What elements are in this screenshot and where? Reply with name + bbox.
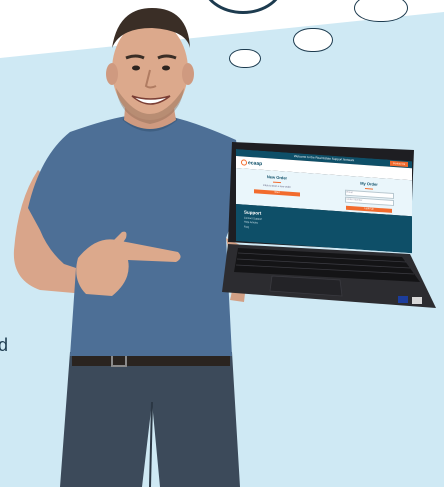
site-logo[interactable]: ecaap — [241, 159, 262, 167]
title-underline — [365, 188, 373, 190]
new-order-title: New Order — [266, 174, 288, 181]
new-order-panel: New Order Click to start a new order Sta… — [242, 170, 312, 197]
start-order-button[interactable]: Start — [254, 189, 300, 197]
sticker-intel — [398, 296, 408, 303]
my-order-title: My Order — [360, 180, 378, 187]
sticker-2 — [412, 297, 422, 304]
title-underline — [273, 181, 281, 184]
logo-text: ecaap — [248, 160, 263, 168]
my-order-panel: My Order Email Order Number Look Up — [334, 177, 404, 214]
laptop-screen: Welcome to the Real Estate Support Netwo… — [236, 149, 412, 254]
new-order-note: Click to start a new order — [263, 183, 291, 189]
logo-icon — [241, 159, 247, 166]
